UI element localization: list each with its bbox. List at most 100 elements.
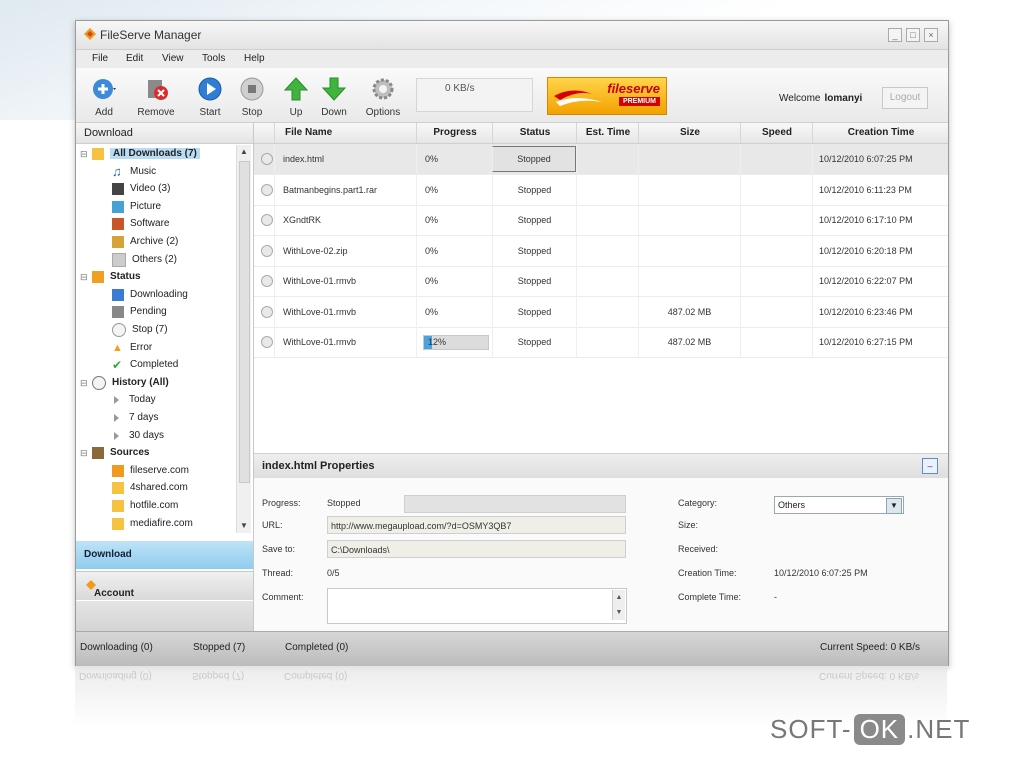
menu-view[interactable]: View bbox=[162, 53, 184, 64]
status-downloading: Downloading (0) bbox=[80, 642, 153, 653]
tree-item-today[interactable]: Today bbox=[112, 392, 156, 408]
tree-item-music[interactable]: ♫ Music bbox=[112, 164, 156, 180]
col-file-name[interactable]: File Name bbox=[274, 123, 416, 143]
complete-time-value: - bbox=[774, 592, 777, 602]
url-field[interactable]: http://www.megaupload.com/?d=OSMY3QB7 bbox=[327, 516, 626, 534]
cell-file-name: WithLove-01.rmvb bbox=[274, 296, 416, 327]
table-row[interactable]: Batmanbegins.part1.rar 0% Stopped 10/12/201… bbox=[254, 174, 948, 206]
cell-speed bbox=[740, 235, 812, 266]
row-select-icon[interactable] bbox=[261, 275, 273, 287]
col-est-time[interactable]: Est. Time bbox=[576, 123, 639, 143]
tree-item-video-3[interactable]: Video (3) bbox=[112, 181, 170, 197]
cell-progress: 12% bbox=[416, 327, 492, 357]
window-title: FileServe Manager bbox=[100, 28, 202, 42]
comment-scroll-icon[interactable]: ▲ ▼ bbox=[612, 590, 625, 620]
scroll-up-icon[interactable]: ▲ bbox=[239, 147, 249, 157]
expand-toggle-icon[interactable]: ⊟ bbox=[80, 146, 90, 162]
move-down-button[interactable]: Down bbox=[312, 74, 356, 118]
row-select-icon[interactable] bbox=[261, 183, 273, 196]
expand-toggle-icon[interactable]: ⊟ bbox=[80, 445, 90, 461]
row-select-icon[interactable] bbox=[261, 244, 273, 257]
cell-est-time bbox=[576, 296, 638, 327]
tree-item-30-days[interactable]: 30 days bbox=[112, 428, 164, 444]
scroll-down-icon[interactable]: ▼ bbox=[239, 521, 249, 531]
tree-item-7-days[interactable]: 7 days bbox=[112, 410, 158, 426]
table-row[interactable]: WithLove-01.rmvb 0% Stopped 10/12/2010 6:22… bbox=[254, 266, 948, 297]
menu-edit[interactable]: Edit bbox=[126, 53, 143, 64]
tree-item-mediafire-com[interactable]: mediafire.com bbox=[112, 516, 193, 532]
tree-item-label: Music bbox=[130, 165, 157, 177]
tree-item-software[interactable]: Software bbox=[112, 216, 169, 232]
maximize-button[interactable]: □ bbox=[906, 28, 920, 42]
tree-item-all-downloads-7[interactable]: ⊟ All Downloads (7) bbox=[80, 146, 200, 162]
cell-est-time bbox=[576, 327, 638, 357]
remove-icon bbox=[148, 80, 168, 100]
logout-button[interactable]: Logout bbox=[882, 87, 928, 109]
table-row[interactable]: WithLove-02.zip 0% Stopped 10/12/2010 6:20:… bbox=[254, 235, 948, 267]
tree-item-downloading[interactable]: Downloading bbox=[112, 287, 188, 303]
col-creation-time[interactable]: Creation Time bbox=[812, 123, 949, 143]
add-button[interactable]: Add bbox=[82, 74, 126, 118]
reflection-completed: Completed (0) bbox=[284, 670, 348, 681]
menu-tools[interactable]: Tools bbox=[202, 53, 225, 64]
expand-toggle-icon[interactable]: ⊟ bbox=[80, 375, 90, 391]
col-speed[interactable]: Speed bbox=[740, 123, 813, 143]
row-select-icon[interactable] bbox=[261, 153, 273, 165]
table-row[interactable]: XGndtRK 0% Stopped 10/12/2010 6:17:10 PM bbox=[254, 205, 948, 236]
sidebar-header: Download bbox=[76, 123, 253, 144]
save-to-field[interactable]: C:\Downloads\ bbox=[327, 540, 626, 558]
tree-item-pending[interactable]: Pending bbox=[112, 304, 167, 320]
comment-label: Comment: bbox=[262, 592, 304, 602]
expand-toggle-icon[interactable]: ⊟ bbox=[80, 269, 90, 285]
table-row[interactable]: WithLove-01.rmvb 12% Stopped 487.02 MB 10/12… bbox=[254, 327, 948, 358]
category-select[interactable]: Others ▼ bbox=[774, 496, 904, 514]
comment-textarea[interactable]: ▲ ▼ bbox=[327, 588, 627, 624]
table-row[interactable]: WithLove-01.rmvb 0% Stopped 487.02 MB 10/12/… bbox=[254, 296, 948, 328]
collapse-panel-button[interactable]: – bbox=[922, 458, 938, 474]
tree-item-error[interactable]: ▲ Error bbox=[112, 340, 152, 356]
check-icon: ✔ bbox=[112, 358, 123, 373]
tree-item-others-2[interactable]: Others (2) bbox=[112, 252, 177, 268]
tree-item-status[interactable]: ⊟ Status bbox=[80, 269, 141, 285]
start-button[interactable]: Start bbox=[188, 74, 232, 118]
chevron-down-icon[interactable]: ▼ bbox=[886, 498, 902, 514]
menu-help[interactable]: Help bbox=[244, 53, 265, 64]
nav-account[interactable]: Account bbox=[76, 571, 253, 600]
tree-item-4shared-com[interactable]: 4shared.com bbox=[112, 480, 188, 496]
col-progress[interactable]: Progress bbox=[416, 123, 493, 143]
app-window: FileServe Manager _ □ × File Edit View T… bbox=[75, 20, 949, 666]
tree-item-archive-2[interactable]: Archive (2) bbox=[112, 234, 178, 250]
sidebar-scrollbar[interactable]: ▲ ▼ bbox=[236, 145, 251, 533]
minimize-button[interactable]: _ bbox=[888, 28, 902, 42]
fileserve-premium-logo[interactable]: fileserve PREMIUM bbox=[547, 77, 667, 115]
remove-button[interactable]: Remove bbox=[134, 74, 178, 118]
col-size[interactable]: Size bbox=[638, 123, 741, 143]
tree-item-sources[interactable]: ⊟ Sources bbox=[80, 445, 149, 461]
tree-item-hotfile-com[interactable]: hotfile.com bbox=[112, 498, 178, 514]
tree-item-label: Others (2) bbox=[132, 253, 178, 265]
stop-button[interactable]: Stop bbox=[230, 74, 274, 118]
scroll-thumb[interactable] bbox=[239, 161, 250, 483]
thread-label: Thread: bbox=[262, 568, 294, 578]
tree-item-history-all[interactable]: ⊟ History (All) bbox=[80, 375, 169, 391]
cell-status: Stopped bbox=[492, 205, 576, 235]
status-icon bbox=[92, 271, 104, 284]
close-button[interactable]: × bbox=[924, 28, 938, 42]
tree-item-fileserve-com[interactable]: fileserve.com bbox=[112, 463, 189, 479]
col-status[interactable]: Status bbox=[492, 123, 577, 143]
account-text: Account bbox=[94, 588, 134, 599]
row-select-icon[interactable] bbox=[261, 305, 273, 318]
menu-file[interactable]: File bbox=[92, 53, 108, 64]
row-select-icon[interactable] bbox=[261, 214, 273, 226]
tree-item-completed[interactable]: ✔ Completed bbox=[112, 357, 178, 373]
nav-account-label: Account bbox=[86, 580, 134, 599]
row-select-icon[interactable] bbox=[261, 336, 273, 348]
options-button[interactable]: Options bbox=[361, 74, 405, 118]
table-row[interactable]: index.html 0% Stopped 10/12/2010 6:07:25 PM bbox=[254, 144, 948, 175]
tree-item-picture[interactable]: Picture bbox=[112, 199, 161, 215]
cell-progress: 0% bbox=[416, 174, 492, 205]
tree-item-stop-7[interactable]: Stop (7) bbox=[112, 322, 168, 338]
status-bar: Downloading (0) Stopped (7) Completed (0… bbox=[76, 631, 948, 666]
nav-download[interactable]: Download bbox=[76, 541, 253, 569]
cell-creation-time: 10/12/2010 6:17:10 PM bbox=[812, 205, 948, 235]
